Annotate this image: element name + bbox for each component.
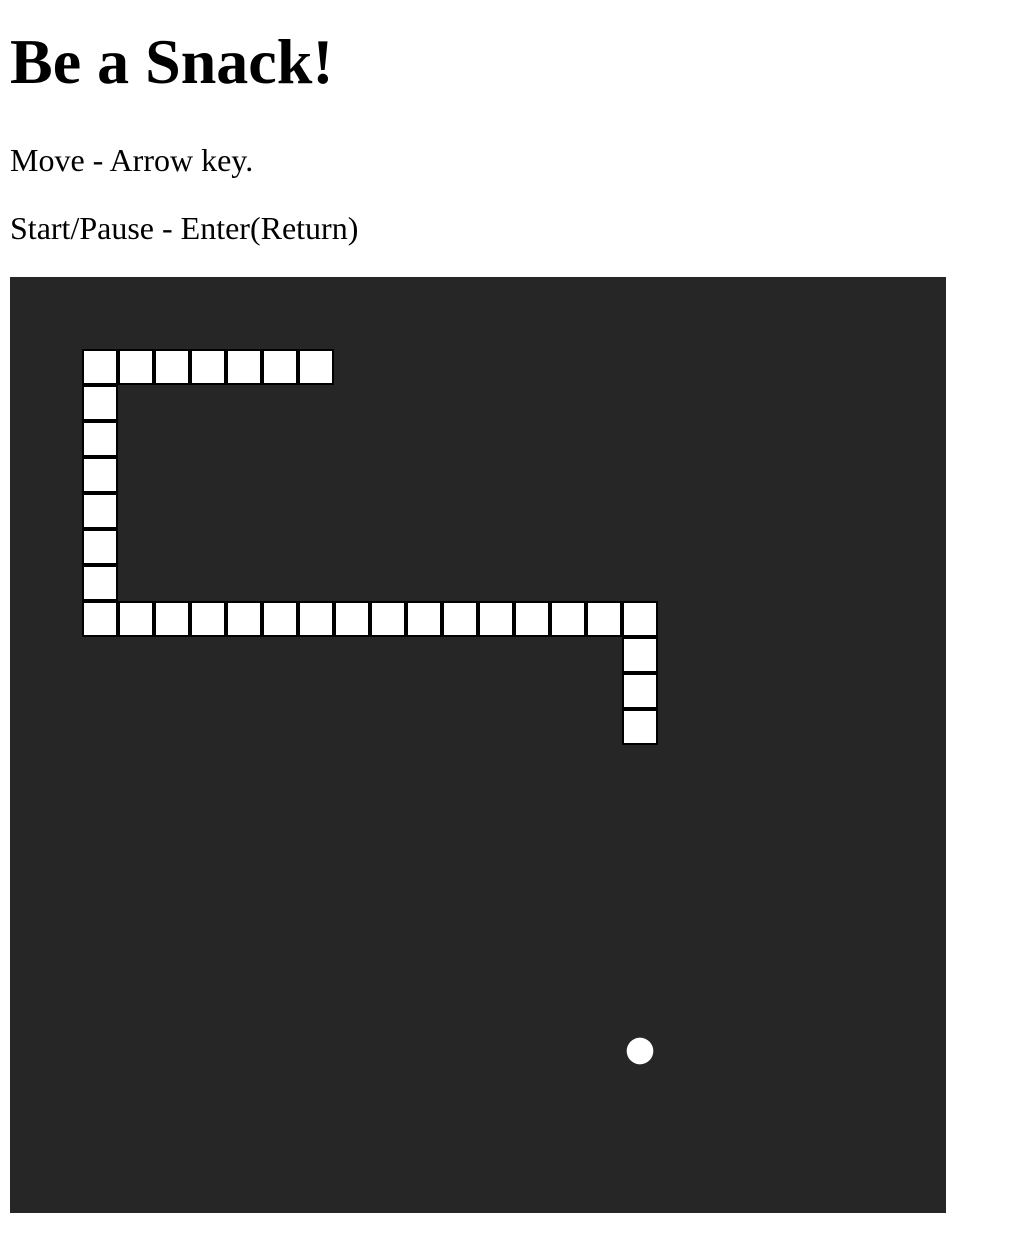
snake-segment <box>190 601 226 637</box>
snake-segment <box>82 565 118 601</box>
page-title: Be a Snack! <box>10 26 334 97</box>
snake-segment <box>514 601 550 637</box>
snake-segment <box>622 673 658 709</box>
snake-segment <box>262 601 298 637</box>
snake-segment <box>154 349 190 385</box>
snake-segment <box>370 601 406 637</box>
snake-segment <box>154 601 190 637</box>
snake-segment <box>550 601 586 637</box>
snake-segment <box>118 601 154 637</box>
snake-segment <box>82 421 118 457</box>
board-background <box>10 277 946 1213</box>
snake-segment <box>622 637 658 673</box>
snake-segment <box>406 601 442 637</box>
snake-segment <box>586 601 622 637</box>
snake-segment <box>622 601 658 637</box>
snake-segment <box>226 601 262 637</box>
game-board[interactable] <box>10 277 946 1213</box>
snake-segment <box>82 529 118 565</box>
snake-segment <box>226 349 262 385</box>
snake-segment <box>82 457 118 493</box>
snake-segment <box>478 601 514 637</box>
snake-segment <box>118 349 154 385</box>
move-instruction: Move - Arrow key. <box>10 142 254 178</box>
snake-segment <box>622 709 658 745</box>
snake-segment <box>82 493 118 529</box>
start-pause-instruction: Start/Pause - Enter(Return) <box>10 210 359 246</box>
snake-segment <box>82 601 118 637</box>
snake-segment <box>334 601 370 637</box>
food-layer <box>626 1037 654 1065</box>
snake-segment <box>442 601 478 637</box>
snake-segment <box>82 385 118 421</box>
snake-segment <box>190 349 226 385</box>
snake-segment <box>82 349 118 385</box>
snake-head <box>298 349 334 385</box>
food-pellet <box>626 1037 654 1065</box>
snake-segment <box>298 601 334 637</box>
snake-segment <box>262 349 298 385</box>
